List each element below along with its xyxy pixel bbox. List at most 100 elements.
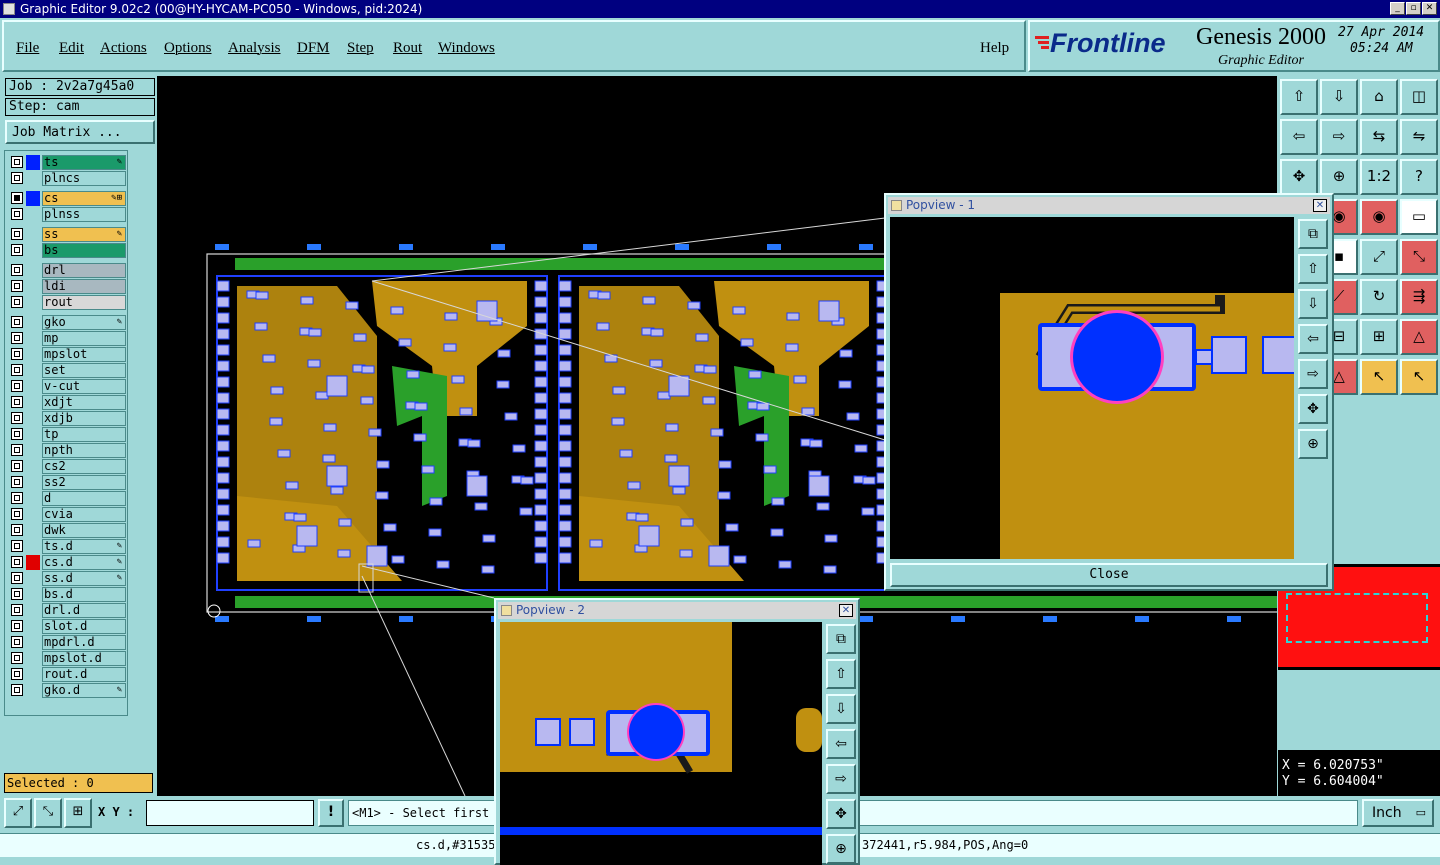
pv1btns-tool-1[interactable]: ⧉	[1298, 219, 1328, 249]
layer-name[interactable]: cs2	[42, 459, 126, 474]
layer-checkbox[interactable]	[11, 444, 23, 456]
tool-button-3[interactable]: ⌂	[1360, 79, 1398, 115]
layer-checkbox[interactable]	[11, 556, 23, 568]
layer-checkbox[interactable]	[11, 508, 23, 520]
layer-row-drl[interactable]: drl	[7, 263, 127, 278]
layer-row-ts-d[interactable]: ts.d ✎	[7, 539, 127, 554]
tool-button-9[interactable]: ✥	[1280, 159, 1318, 195]
layer-checkbox[interactable]	[11, 364, 23, 376]
menu-file[interactable]: File	[16, 40, 39, 57]
layer-name[interactable]: ldi	[42, 279, 126, 294]
layer-checkbox[interactable]	[11, 380, 23, 392]
menu-options[interactable]: Options	[164, 40, 212, 57]
layer-name[interactable]: tp	[42, 427, 126, 442]
layer-name[interactable]: xdjt	[42, 395, 126, 410]
tool-button-27[interactable]: ⊞	[1360, 319, 1398, 355]
layer-name[interactable]: plncs	[42, 171, 126, 186]
pv2btns-tool-3[interactable]: ⇩	[826, 694, 856, 724]
layer-name[interactable]: npth	[42, 443, 126, 458]
tool-button-20[interactable]: ⤡	[1400, 239, 1438, 275]
layer-row-slot-d[interactable]: slot.d	[7, 619, 127, 634]
layer-checkbox[interactable]	[11, 192, 23, 204]
layer-row-rout[interactable]: rout	[7, 295, 127, 310]
menu-step[interactable]: Step	[347, 40, 374, 57]
layer-row-ss[interactable]: ss ✎	[7, 227, 127, 242]
layer-checkbox[interactable]	[11, 428, 23, 440]
menu-help[interactable]: Help	[980, 40, 1009, 57]
layer-checkbox[interactable]	[11, 156, 23, 168]
layer-checkbox[interactable]	[11, 396, 23, 408]
layer-row-plnss[interactable]: plnss	[7, 207, 127, 222]
layer-checkbox[interactable]	[11, 332, 23, 344]
layer-name[interactable]: bs	[42, 243, 126, 258]
layer-name[interactable]: slot.d	[42, 619, 126, 634]
layer-checkbox[interactable]	[11, 588, 23, 600]
job-matrix-button[interactable]: Job Matrix ...	[5, 120, 155, 144]
tool-button-4[interactable]: ◫	[1400, 79, 1438, 115]
tool-button-8[interactable]: ⇋	[1400, 119, 1438, 155]
warning-icon[interactable]: !	[318, 799, 344, 827]
layer-row-ldi[interactable]: ldi	[7, 279, 127, 294]
layer-row-npth[interactable]: npth	[7, 443, 127, 458]
layer-row-ss-d[interactable]: ss.d ✎	[7, 571, 127, 586]
layer-checkbox[interactable]	[11, 228, 23, 240]
layer-checkbox[interactable]	[11, 652, 23, 664]
popview-2-canvas[interactable]	[500, 622, 822, 865]
menu-windows[interactable]: Windows	[438, 40, 495, 57]
layer-checkbox[interactable]	[11, 476, 23, 488]
layer-checkbox[interactable]	[11, 296, 23, 308]
layer-checkbox[interactable]	[11, 524, 23, 536]
pv2btns-tool-6[interactable]: ✥	[826, 799, 856, 829]
layer-checkbox[interactable]	[11, 604, 23, 616]
zoom-mode-icon[interactable]: ⤢	[4, 798, 32, 828]
popview-1-close-button[interactable]: Close	[890, 563, 1328, 587]
layer-name[interactable]: set	[42, 363, 126, 378]
menu-analysis[interactable]: Analysis	[228, 40, 281, 57]
layer-row-ss2[interactable]: ss2	[7, 475, 127, 490]
snap-mode-icon[interactable]: ⤡	[34, 798, 62, 828]
minimize-button[interactable]: _	[1390, 2, 1405, 15]
menu-actions[interactable]: Actions	[100, 40, 147, 57]
layer-row-v-cut[interactable]: v-cut	[7, 379, 127, 394]
layer-checkbox[interactable]	[11, 412, 23, 424]
layer-row-dwk[interactable]: dwk	[7, 523, 127, 538]
tool-button-32[interactable]: ↖	[1400, 359, 1438, 395]
pv1btns-tool-6[interactable]: ✥	[1298, 394, 1328, 424]
layer-row-bs-d[interactable]: bs.d	[7, 587, 127, 602]
layer-row-cs[interactable]: cs ✎⊞	[7, 191, 127, 206]
pv2btns-tool-5[interactable]: ⇨	[826, 764, 856, 794]
tool-button-28[interactable]: △	[1400, 319, 1438, 355]
layer-row-ts[interactable]: ts ✎	[7, 155, 127, 170]
layer-row-plncs[interactable]: plncs	[7, 171, 127, 186]
layer-name[interactable]: ss.d ✎	[42, 571, 126, 586]
pv1btns-tool-3[interactable]: ⇩	[1298, 289, 1328, 319]
pv1btns-tool-5[interactable]: ⇨	[1298, 359, 1328, 389]
layer-checkbox[interactable]	[11, 208, 23, 220]
layer-name[interactable]: drl.d	[42, 603, 126, 618]
units-dropdown[interactable]: Inch ▭	[1362, 799, 1434, 827]
layer-name[interactable]: rout.d	[42, 667, 126, 682]
layer-row-bs[interactable]: bs	[7, 243, 127, 258]
layer-checkbox[interactable]	[11, 280, 23, 292]
layer-name[interactable]: mp	[42, 331, 126, 346]
close-window-button[interactable]: ✕	[1422, 2, 1437, 15]
popview-1-close-x[interactable]: ✕	[1313, 199, 1327, 212]
layer-name[interactable]: cs ✎⊞	[42, 191, 126, 206]
layer-row-xdjb[interactable]: xdjb	[7, 411, 127, 426]
layer-checkbox[interactable]	[11, 172, 23, 184]
tool-button-2[interactable]: ⇩	[1320, 79, 1358, 115]
tool-button-24[interactable]: ⇶	[1400, 279, 1438, 315]
xy-input[interactable]	[146, 800, 314, 826]
layer-checkbox[interactable]	[11, 684, 23, 696]
popview-1-canvas[interactable]	[890, 217, 1294, 559]
tool-button-15[interactable]: ◉	[1360, 199, 1398, 235]
layer-name[interactable]: dwk	[42, 523, 126, 538]
layer-row-gko-d[interactable]: gko.d ✎	[7, 683, 127, 698]
maximize-button[interactable]: ▫	[1406, 2, 1421, 15]
layer-row-mpslot-d[interactable]: mpslot.d	[7, 651, 127, 666]
layer-checkbox[interactable]	[11, 572, 23, 584]
layer-name[interactable]: gko ✎	[42, 315, 126, 330]
layer-checkbox[interactable]	[11, 348, 23, 360]
layer-name[interactable]: gko.d ✎	[42, 683, 126, 698]
menu-edit[interactable]: Edit	[59, 40, 84, 57]
